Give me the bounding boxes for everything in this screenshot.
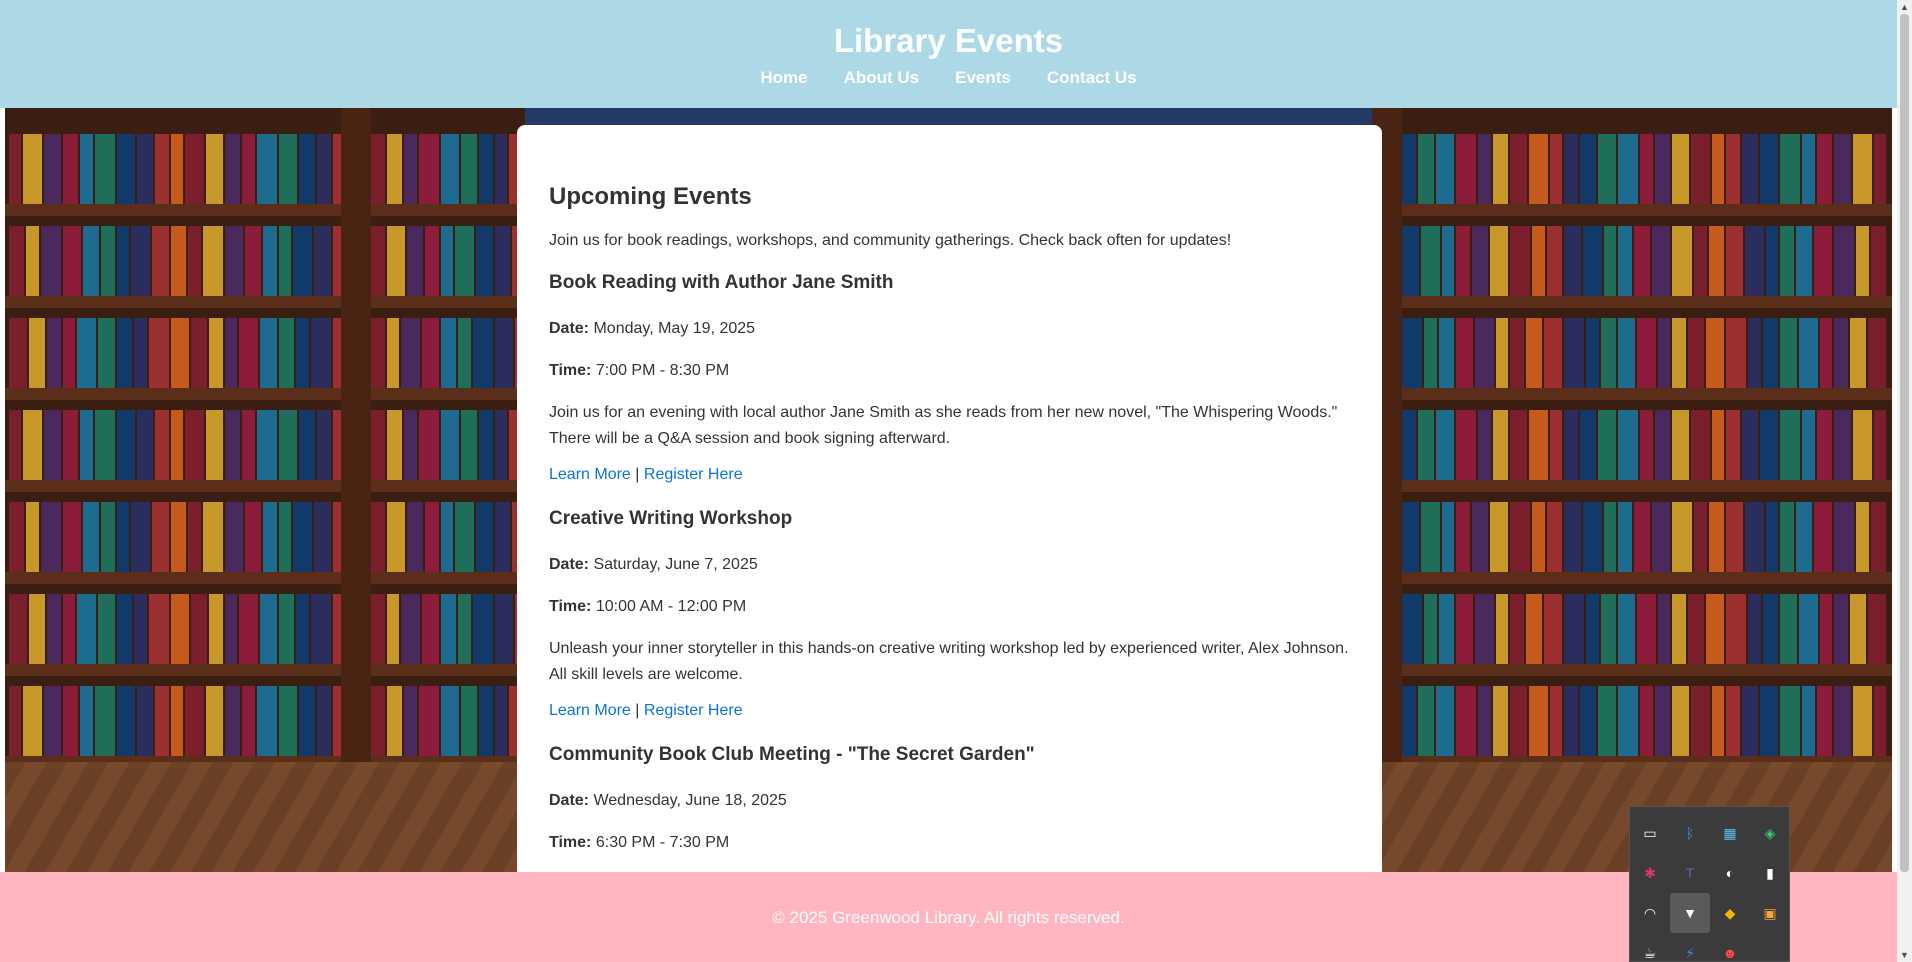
event-time-value: 7:00 PM - 8:30 PM [595, 362, 730, 379]
page-heading: Upcoming Events [549, 183, 752, 210]
event-time: Time: 10:00 AM - 12:00 PM [549, 594, 1350, 620]
nav-events[interactable]: Events [955, 68, 1011, 88]
event-item: Creative Writing Workshop Date: Saturday… [549, 508, 1350, 720]
time-label: Time: [549, 598, 592, 615]
main-nav: Home About Us Events Contact Us [0, 68, 1897, 88]
events-card: Upcoming Events Join us for book reading… [517, 125, 1382, 895]
event-time-value: 6:30 PM - 7:30 PM [595, 834, 730, 851]
date-label: Date: [549, 792, 590, 809]
event-description: Unleash your inner storyteller in this h… [549, 640, 1349, 683]
app-icon[interactable]: ◐ [1710, 853, 1750, 893]
event-time: Time: 6:30 PM - 7:30 PM [549, 830, 1350, 856]
time-label: Time: [549, 834, 592, 851]
scroll-down-arrow-icon[interactable]: ▼ [1900, 950, 1909, 960]
left-bookshelf-image [5, 108, 525, 872]
wifi-icon[interactable]: ◠ [1630, 893, 1670, 933]
battery-icon[interactable]: ▮ [1750, 853, 1790, 893]
event-date: Date: Monday, May 19, 2025 [549, 316, 1350, 342]
bluetooth-icon[interactable]: ᛒ [1670, 813, 1710, 853]
photos-icon[interactable]: ▣ [1750, 893, 1790, 933]
link-separator: | [635, 702, 640, 719]
event-date-value: Wednesday, June 18, 2025 [593, 792, 787, 809]
page-scrollbar[interactable]: ▲ ▼ [1897, 0, 1912, 962]
system-tray-overflow: ▭ ᛒ ▦ ◈ ✱ T ◐ ▮ ◠ ▼ ◆ ▣ ☕ ⚡ ☻ [1629, 806, 1790, 962]
event-date-value: Monday, May 19, 2025 [593, 320, 756, 337]
register-link[interactable]: Register Here [644, 466, 743, 483]
nav-home[interactable]: Home [760, 68, 807, 88]
teams-icon[interactable]: T [1670, 853, 1710, 893]
discord-icon[interactable]: ☻ [1710, 933, 1750, 962]
right-bookshelf-image [1372, 108, 1892, 872]
event-links: Learn More | Register Here [549, 702, 1350, 720]
site-title: Library Events [833, 22, 1064, 59]
event-date: Date: Saturday, June 7, 2025 [549, 552, 1350, 578]
site-footer: © 2025 Greenwood Library. All rights res… [0, 872, 1897, 962]
event-title: Creative Writing Workshop [549, 508, 793, 529]
date-label: Date: [549, 556, 590, 573]
learn-more-link[interactable]: Learn More [549, 702, 631, 719]
event-time-value: 10:00 AM - 12:00 PM [595, 598, 747, 615]
event-title: Book Reading with Author Jane Smith [549, 272, 894, 293]
cup-icon[interactable]: ☕ [1630, 933, 1670, 962]
slack-icon[interactable]: ✱ [1630, 853, 1670, 893]
event-title: Community Book Club Meeting - "The Secre… [549, 744, 1035, 765]
bookmark-icon[interactable]: ▼ [1670, 893, 1710, 933]
intro-text: Join us for book readings, workshops, an… [549, 232, 1232, 249]
event-item: Community Book Club Meeting - "The Secre… [549, 744, 1350, 856]
time-label: Time: [549, 362, 592, 379]
event-date: Date: Wednesday, June 18, 2025 [549, 788, 1350, 814]
nav-contact-us[interactable]: Contact Us [1047, 68, 1137, 88]
event-description: Join us for an evening with local author… [549, 404, 1338, 447]
learn-more-link[interactable]: Learn More [549, 466, 631, 483]
link-separator: | [635, 466, 640, 483]
site-header: Library Events Home About Us Events Cont… [0, 0, 1897, 108]
copyright-text: © 2025 Greenwood Library. All rights res… [772, 908, 1125, 927]
date-label: Date: [549, 320, 590, 337]
event-time: Time: 7:00 PM - 8:30 PM [549, 358, 1350, 384]
network-icon[interactable]: ▦ [1710, 813, 1750, 853]
nav-about-us[interactable]: About Us [844, 68, 920, 88]
scroll-up-arrow-icon[interactable]: ▲ [1900, 2, 1909, 12]
shield-icon[interactable]: ◈ [1750, 813, 1790, 853]
bolt-icon[interactable]: ⚡ [1670, 933, 1710, 962]
event-date-value: Saturday, June 7, 2025 [593, 556, 758, 573]
event-links: Learn More | Register Here [549, 466, 1350, 484]
scrollbar-thumb[interactable] [1900, 14, 1909, 872]
event-item: Book Reading with Author Jane Smith Date… [549, 272, 1350, 484]
drive-icon[interactable]: ◆ [1710, 893, 1750, 933]
register-link[interactable]: Register Here [644, 702, 743, 719]
display-icon[interactable]: ▭ [1630, 813, 1670, 853]
